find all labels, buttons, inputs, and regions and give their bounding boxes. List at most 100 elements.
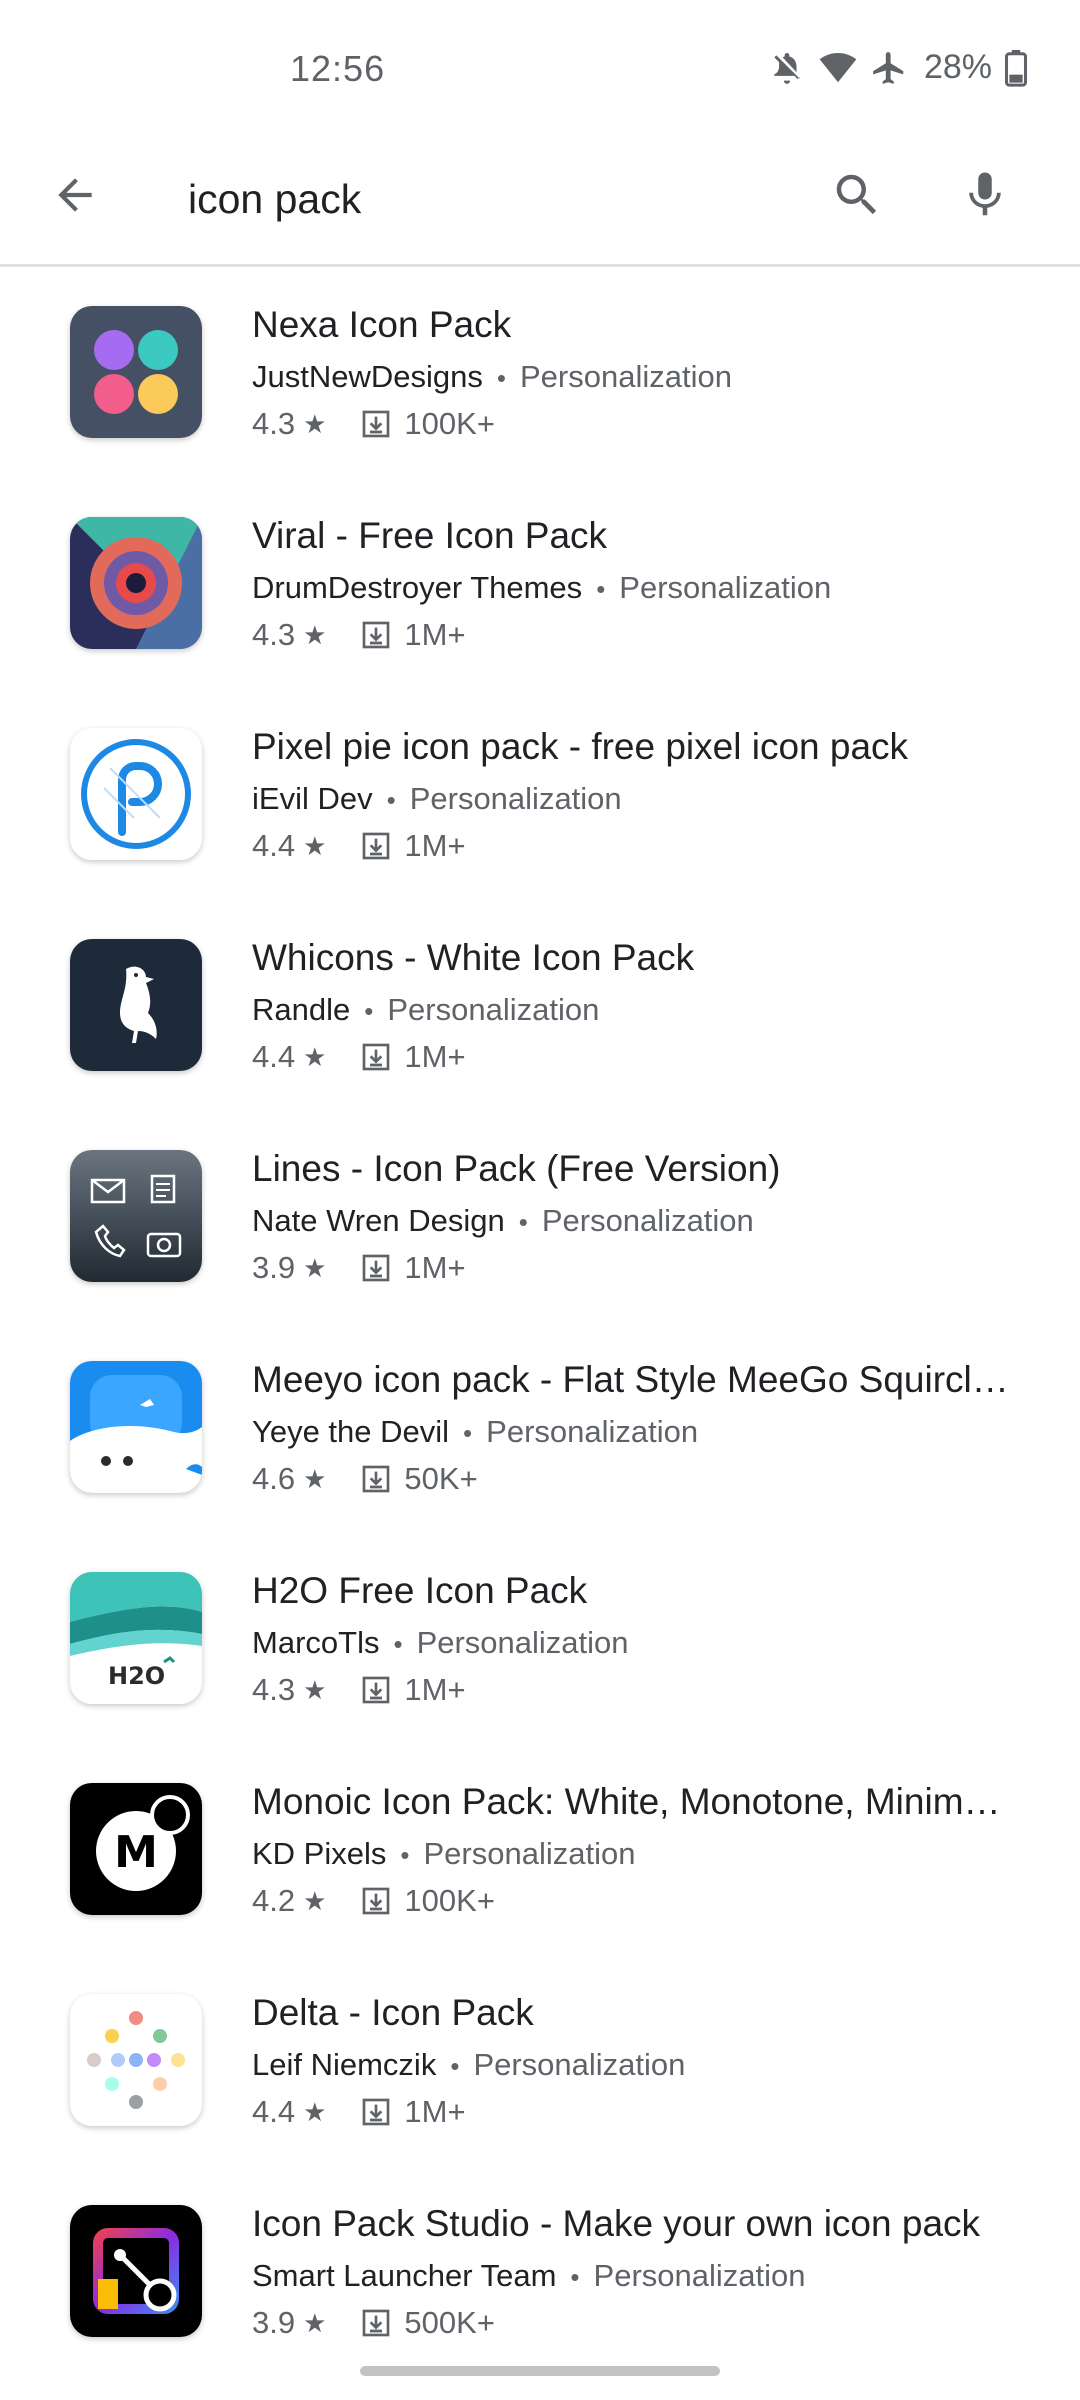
app-downloads: 1M+ xyxy=(404,828,466,863)
app-stats: 4.3 ★ 1M+ xyxy=(252,1672,466,1708)
battery-icon xyxy=(1004,49,1028,87)
airplane-icon xyxy=(870,49,908,87)
app-developer: Smart Launcher Team xyxy=(252,2258,557,2293)
mic-icon xyxy=(958,168,1012,227)
app-developer: MarcoTls xyxy=(252,1625,380,1660)
star-icon: ★ xyxy=(303,830,327,861)
app-icon-pixel-pie xyxy=(70,728,202,860)
app-meta: MarcoTls • Personalization xyxy=(252,1625,629,1661)
app-title: Icon Pack Studio - Make your own icon pa… xyxy=(252,2203,981,2244)
app-meta: Leif Niemczik • Personalization xyxy=(252,2047,685,2083)
status-bar: 12:56 28% xyxy=(0,0,1080,140)
app-rating: 4.6 xyxy=(252,1461,296,1496)
download-icon xyxy=(360,1041,392,1073)
search-input[interactable]: icon pack xyxy=(188,164,361,234)
app-icon-monoic: M xyxy=(70,1783,202,1915)
list-item[interactable]: Pixel pie icon pack - free pixel icon pa… xyxy=(0,686,1080,897)
star-icon: ★ xyxy=(303,1041,327,1072)
app-downloads: 50K+ xyxy=(404,1461,478,1496)
app-developer: iEvil Dev xyxy=(252,781,373,816)
download-icon xyxy=(360,2307,392,2339)
app-category: Personalization xyxy=(423,1836,636,1871)
app-rating: 4.2 xyxy=(252,1883,296,1918)
download-icon xyxy=(360,1674,392,1706)
app-developer: JustNewDesigns xyxy=(252,359,483,394)
app-stats: 4.4 ★ 1M+ xyxy=(252,2094,466,2130)
search-button[interactable] xyxy=(822,162,892,232)
app-downloads: 1M+ xyxy=(404,1039,466,1074)
notifications-off-icon xyxy=(768,49,806,87)
list-item[interactable]: Viral - Free Icon Pack DrumDestroyer The… xyxy=(0,475,1080,686)
app-stats: 4.6 ★ 50K+ xyxy=(252,1461,478,1497)
app-icon-nexa xyxy=(70,306,202,438)
app-rating: 4.3 xyxy=(252,617,296,652)
app-meta: KD Pixels • Personalization xyxy=(252,1836,635,1872)
star-icon: ★ xyxy=(303,1252,327,1283)
download-icon xyxy=(360,1252,392,1284)
list-item[interactable]: Lines - Icon Pack (Free Version) Nate Wr… xyxy=(0,1108,1080,1319)
app-icon-viral xyxy=(70,517,202,649)
app-downloads: 100K+ xyxy=(404,1883,495,1918)
app-downloads: 500K+ xyxy=(404,2305,495,2340)
meta-separator: • xyxy=(518,1207,528,1237)
list-item[interactable]: Whicons - White Icon Pack Randle • Persona… xyxy=(0,897,1080,1108)
star-icon: ★ xyxy=(303,619,327,650)
h2o-logo-text: H2O xyxy=(108,1662,165,1690)
app-downloads: 100K+ xyxy=(404,406,495,441)
app-meta: iEvil Dev • Personalization xyxy=(252,781,622,817)
voice-search-button[interactable] xyxy=(950,162,1020,232)
app-meta: Randle • Personalization xyxy=(252,992,599,1028)
app-icon-meeyo xyxy=(70,1361,202,1493)
app-meta: JustNewDesigns • Personalization xyxy=(252,359,732,395)
meta-separator: • xyxy=(400,1840,410,1870)
app-category: Personalization xyxy=(409,781,622,816)
app-stats: 4.2 ★ 100K+ xyxy=(252,1883,495,1919)
app-developer: KD Pixels xyxy=(252,1836,387,1871)
download-icon xyxy=(360,1885,392,1917)
app-stats: 3.9 ★ 500K+ xyxy=(252,2305,495,2341)
app-title: Lines - Icon Pack (Free Version) xyxy=(252,1148,781,1189)
app-icon-lines xyxy=(70,1150,202,1282)
list-item[interactable]: H2O H2O Free Icon Pack MarcoTls • Personal… xyxy=(0,1530,1080,1741)
meta-separator: • xyxy=(596,574,606,604)
meta-separator: • xyxy=(570,2262,580,2292)
list-item[interactable]: Meeyo icon pack - Flat Style MeeGo Squir… xyxy=(0,1319,1080,1530)
app-category: Personalization xyxy=(416,1625,629,1660)
list-item[interactable]: M Monoic Icon Pack: White, Monotone, Min… xyxy=(0,1741,1080,1952)
list-item[interactable]: Icon Pack Studio - Make your own icon pa… xyxy=(0,2163,1080,2374)
app-title: Nexa Icon Pack xyxy=(252,304,512,345)
app-meta: Smart Launcher Team • Personalization xyxy=(252,2258,806,2294)
status-time: 12:56 xyxy=(290,48,386,89)
app-icon-whicons xyxy=(70,939,202,1071)
app-category: Personalization xyxy=(486,1414,699,1449)
app-stats: 4.4 ★ 1M+ xyxy=(252,1039,466,1075)
gesture-nav-handle[interactable] xyxy=(360,2366,720,2376)
app-rating: 3.9 xyxy=(252,2305,296,2340)
star-icon: ★ xyxy=(303,1885,327,1916)
back-button[interactable] xyxy=(40,162,110,232)
battery-percentage: 28% xyxy=(923,48,992,86)
meta-separator: • xyxy=(450,2051,460,2081)
app-developer: Nate Wren Design xyxy=(252,1203,505,1238)
star-icon: ★ xyxy=(303,2096,327,2127)
app-stats: 4.3 ★ 1M+ xyxy=(252,617,466,653)
app-meta: DrumDestroyer Themes • Personalization xyxy=(252,570,831,606)
app-rating: 4.4 xyxy=(252,828,296,863)
app-icon-delta xyxy=(70,1994,202,2126)
meta-separator: • xyxy=(364,996,374,1026)
status-icons: 28% xyxy=(768,48,1028,87)
search-icon xyxy=(830,168,884,227)
download-icon xyxy=(360,619,392,651)
app-developer: DrumDestroyer Themes xyxy=(252,570,583,605)
monoic-logo-text: M xyxy=(114,1827,158,1878)
star-icon: ★ xyxy=(303,1674,327,1705)
app-rating: 4.4 xyxy=(252,1039,296,1074)
list-item[interactable]: Delta - Icon Pack Leif Niemczik • Personal… xyxy=(0,1952,1080,2163)
app-rating: 4.3 xyxy=(252,406,296,441)
app-developer: Leif Niemczik xyxy=(252,2047,437,2082)
app-downloads: 1M+ xyxy=(404,617,466,652)
list-item[interactable]: Nexa Icon Pack JustNewDesigns • Personaliz… xyxy=(0,264,1080,475)
app-developer: Yeye the Devil xyxy=(252,1414,450,1449)
app-title: Monoic Icon Pack: White, Monotone, Minim… xyxy=(252,1781,1012,1822)
app-downloads: 1M+ xyxy=(404,2094,466,2129)
